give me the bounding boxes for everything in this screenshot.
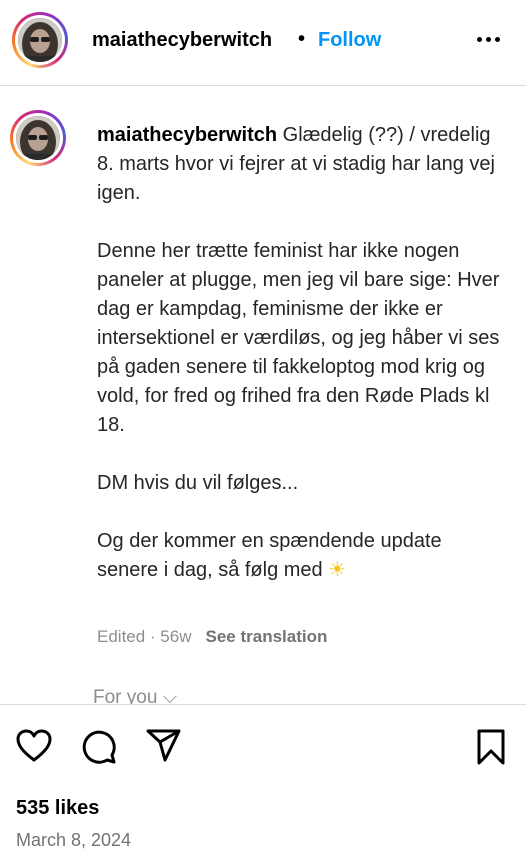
follow-button[interactable]: Follow: [318, 29, 381, 52]
caption-username[interactable]: maiathecyberwitch: [97, 124, 277, 146]
caption-meta: Edited · 56w See translation: [97, 627, 327, 647]
for-you-dropdown[interactable]: For you ⌵: [93, 687, 177, 704]
post-date: March 8, 2024: [16, 830, 132, 850]
more-horizontal-icon[interactable]: [470, 26, 506, 52]
caption-section: maiathecyberwitch Glædelig (??) / vredel…: [0, 86, 526, 704]
separator-dot: •: [298, 28, 306, 50]
caption-paragraph-4: Og der kommer en spændende update senere…: [97, 530, 442, 581]
post-header: maiathecyberwitch • Follow: [0, 0, 526, 86]
action-bar: [0, 705, 526, 785]
caption-text: maiathecyberwitch Glædelig (??) / vredel…: [97, 121, 507, 614]
likes-count[interactable]: 535 likes: [16, 797, 99, 820]
see-translation-link[interactable]: See translation: [206, 627, 328, 646]
bookmark-icon[interactable]: [476, 729, 506, 770]
share-icon[interactable]: [146, 729, 182, 768]
caption-paragraph-2: Denne her trætte feminist har ikke nogen…: [97, 240, 500, 436]
caption-paragraph-3: DM hvis du vil følges...: [97, 472, 299, 494]
edited-timestamp: Edited · 56w: [97, 627, 192, 646]
username-link[interactable]: maiathecyberwitch: [92, 29, 272, 52]
avatar[interactable]: [12, 12, 68, 68]
comment-icon[interactable]: [81, 729, 117, 770]
sun-emoji-icon: ☀: [328, 559, 347, 581]
heart-icon[interactable]: [16, 729, 52, 768]
caption-avatar[interactable]: [10, 110, 66, 166]
